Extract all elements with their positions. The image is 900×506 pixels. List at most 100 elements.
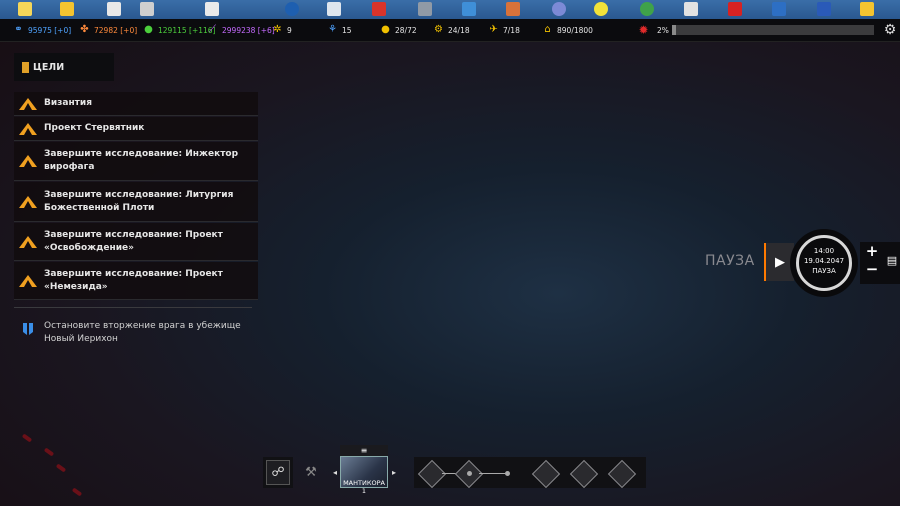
aircraft-counter[interactable]: ✈ 7/18 bbox=[488, 19, 520, 41]
clipboard-icon[interactable]: ▤ bbox=[886, 254, 898, 268]
desktop-icon[interactable] bbox=[285, 2, 299, 16]
research-icon: ✲ bbox=[273, 24, 282, 35]
objectives-header[interactable]: ЦЕЛИ bbox=[14, 53, 114, 81]
elerium-icon: ⟋ bbox=[209, 24, 216, 35]
materials-resource[interactable]: ✤ 72982 [+0] bbox=[79, 19, 137, 41]
secondary-objective-label: Остановите вторжение врага в убежище Нов… bbox=[44, 321, 241, 344]
desktop-icon[interactable] bbox=[728, 2, 742, 16]
objective-icon bbox=[19, 97, 37, 110]
personnel-value: 28/72 bbox=[395, 25, 417, 35]
objective-item[interactable]: Завершите исследование: Проект «Немезида… bbox=[14, 262, 258, 300]
time-side-controls: + − ▤ bbox=[860, 242, 900, 284]
wrench-icon[interactable]: ⚒ bbox=[299, 460, 323, 485]
objectives-divider bbox=[14, 307, 252, 308]
haven-defense-icon bbox=[23, 323, 33, 335]
next-ship-button[interactable]: ▸ bbox=[389, 466, 399, 478]
personnel-counter[interactable]: ● 28/72 bbox=[380, 19, 417, 41]
desktop-icon[interactable] bbox=[860, 2, 874, 16]
desktop-icon[interactable] bbox=[418, 2, 432, 16]
waypoint-link bbox=[479, 473, 505, 474]
desktop-icon[interactable] bbox=[552, 2, 566, 16]
desktop-icon[interactable] bbox=[640, 2, 654, 16]
gear-icon[interactable]: ⚙ bbox=[881, 21, 899, 39]
objective-icon bbox=[19, 122, 37, 135]
research-counter[interactable]: ✲ 9 bbox=[272, 19, 292, 41]
objective-label: Проект Стервятник bbox=[44, 123, 145, 133]
pandoravirus-progress-bar bbox=[672, 25, 874, 35]
desktop-icon[interactable] bbox=[18, 2, 32, 16]
objective-item[interactable]: Завершите исследование: Литургия Божеств… bbox=[14, 182, 258, 222]
desktop-icon[interactable] bbox=[327, 2, 341, 16]
objective-label: Завершите исследование: Литургия Божеств… bbox=[44, 189, 234, 213]
objectives-title: ЦЕЛИ bbox=[33, 61, 65, 73]
elerium-value: 2999238 [+6] bbox=[222, 25, 275, 35]
living-space-value: 890/1800 bbox=[557, 25, 593, 35]
desktop-icon[interactable] bbox=[140, 2, 154, 16]
ship-menu-button[interactable]: ≡ bbox=[340, 445, 388, 456]
materials-value: 72982 [+0] bbox=[94, 25, 138, 35]
ship-name: МАНТИКОРА 1 bbox=[343, 479, 385, 495]
waypoint-dot bbox=[467, 471, 472, 476]
aircraft-value: 7/18 bbox=[503, 25, 520, 35]
desktop-icon[interactable] bbox=[817, 2, 831, 16]
research-value: 9 bbox=[287, 25, 292, 35]
scientist-counter[interactable]: ⚘ 15 bbox=[327, 19, 352, 41]
tech-resource[interactable]: ⚭ 95975 [+0] bbox=[13, 19, 71, 41]
objective-icon bbox=[19, 274, 37, 287]
objective-icon bbox=[19, 195, 37, 208]
decoration bbox=[43, 447, 55, 457]
vehicle-value: 24/18 bbox=[448, 25, 470, 35]
waypoint-dot bbox=[505, 471, 510, 476]
objective-label: Завершите исследование: Инжектор вирофаг… bbox=[44, 149, 239, 172]
scientist-icon: ⚘ bbox=[328, 24, 337, 35]
personnel-icon: ● bbox=[381, 24, 390, 35]
clock-date: 19.04.2047 bbox=[803, 257, 845, 265]
objective-item[interactable]: Проект Стервятник bbox=[14, 117, 258, 141]
satellite-icon[interactable]: ☍ bbox=[266, 460, 290, 485]
pandoravirus-value: 2% bbox=[657, 25, 669, 35]
vehicle-counter[interactable]: ⚙ 24/18 bbox=[433, 19, 470, 41]
pandoravirus-threat[interactable]: ✹ bbox=[638, 19, 653, 41]
scientist-value: 15 bbox=[342, 25, 352, 35]
decoration bbox=[21, 433, 33, 443]
objective-item[interactable]: Византия bbox=[14, 92, 258, 116]
objective-label: Византия bbox=[44, 98, 92, 108]
objective-icon bbox=[19, 235, 37, 248]
objective-item[interactable]: Завершите исследование: Инжектор вирофаг… bbox=[14, 142, 258, 181]
secondary-objective[interactable]: Остановите вторжение врага в убежище Нов… bbox=[14, 320, 258, 346]
living-space-icon: ⌂ bbox=[544, 24, 551, 35]
clock-time: 14:00 bbox=[813, 247, 835, 255]
food-icon: ● bbox=[144, 24, 153, 35]
slow-down-button[interactable]: − bbox=[865, 260, 879, 278]
pandoravirus-label: 2% bbox=[657, 19, 669, 41]
desktop-icon[interactable] bbox=[60, 2, 74, 16]
prev-ship-button[interactable]: ◂ bbox=[330, 466, 340, 478]
tech-value: 95975 [+0] bbox=[28, 25, 72, 35]
folder-icon bbox=[22, 61, 29, 73]
desktop-taskbar-strip bbox=[0, 0, 900, 19]
link-icon: ⚭ bbox=[14, 24, 23, 35]
decoration bbox=[55, 463, 67, 473]
desktop-icon[interactable] bbox=[107, 2, 121, 16]
decoration bbox=[71, 487, 83, 497]
pandoravirus-icon: ✹ bbox=[638, 23, 649, 37]
play-icon: ▶ bbox=[775, 254, 785, 270]
desktop-icon[interactable] bbox=[594, 2, 608, 16]
food-resource[interactable]: ● 129115 [+116] bbox=[143, 19, 215, 41]
pandoravirus-progress-fill bbox=[672, 25, 677, 35]
clock-readout: 14:00 19.04.2047 ПАУЗА bbox=[796, 246, 852, 276]
objective-label: Завершите исследование: Проект «Немезида… bbox=[44, 268, 223, 292]
desktop-icon[interactable] bbox=[205, 2, 219, 16]
objective-item[interactable]: Завершите исследование: Проект «Освобожд… bbox=[14, 223, 258, 261]
vehicle-icon: ⚙ bbox=[434, 24, 443, 35]
desktop-icon[interactable] bbox=[684, 2, 698, 16]
aircraft-icon: ✈ bbox=[489, 24, 498, 35]
speed-up-button[interactable]: + bbox=[865, 242, 879, 260]
desktop-icon[interactable] bbox=[462, 2, 476, 16]
desktop-icon[interactable] bbox=[772, 2, 786, 16]
desktop-icon[interactable] bbox=[506, 2, 520, 16]
elerium-resource[interactable]: ⟋ 2999238 [+6] bbox=[207, 19, 275, 41]
objective-icon bbox=[19, 155, 37, 167]
living-space-counter[interactable]: ⌂ 890/1800 bbox=[542, 19, 593, 41]
desktop-icon[interactable] bbox=[372, 2, 386, 16]
